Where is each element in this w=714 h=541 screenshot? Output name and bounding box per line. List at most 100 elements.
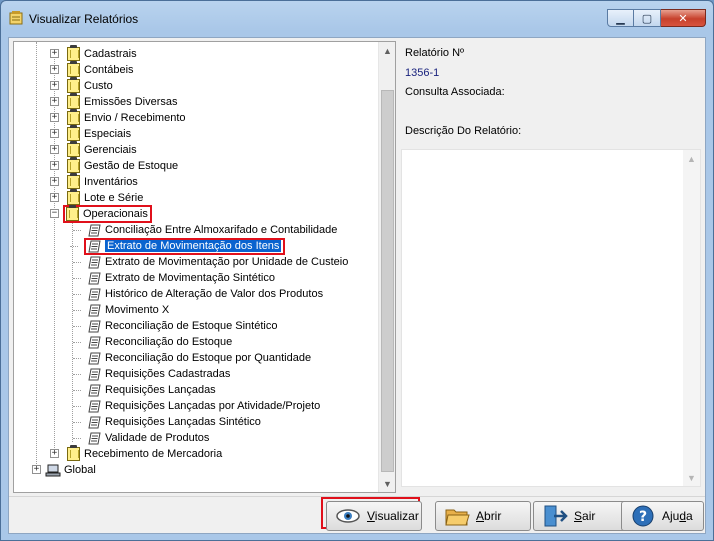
report-tree[interactable]: + Cadastrais + Contábeis + Custo + Emissões Div… bbox=[13, 41, 396, 493]
tree-report-row[interactable]: Extrato de Movimentação dos Itens bbox=[70, 237, 286, 255]
tree-report-row[interactable]: Requisições Cadastradas bbox=[73, 366, 230, 382]
tree-folder-row[interactable]: + Cadastrais bbox=[50, 45, 137, 62]
tree-folder-label[interactable]: Operacionais bbox=[83, 208, 148, 220]
tree-report-label[interactable]: Reconciliação de Estoque Sintético bbox=[105, 320, 277, 332]
tree-report-label[interactable]: Extrato de Movimentação Sintético bbox=[105, 272, 275, 284]
tree-report-row[interactable]: Requisições Lançadas por Atividade/Proje… bbox=[73, 398, 320, 414]
tree-report-row[interactable]: Requisições Lançadas bbox=[73, 382, 216, 398]
tree-folder-label[interactable]: Emissões Diversas bbox=[84, 96, 178, 108]
folder-icon bbox=[67, 173, 80, 189]
expand-icon[interactable]: + bbox=[50, 193, 59, 202]
expand-icon[interactable]: + bbox=[50, 65, 59, 74]
tree-folder-row[interactable]: + Contábeis bbox=[50, 61, 134, 78]
report-document-icon bbox=[87, 224, 102, 237]
tree-report-row[interactable]: Movimento X bbox=[73, 302, 169, 318]
expand-icon[interactable]: + bbox=[32, 465, 41, 474]
tree-report-label[interactable]: Conciliação Entre Almoxarifado e Contabi… bbox=[105, 224, 337, 236]
tree-report-row[interactable]: Reconciliação de Estoque Sintético bbox=[73, 318, 277, 334]
tree-guide-line bbox=[73, 326, 81, 327]
tree-report-label[interactable]: Validade de Produtos bbox=[105, 432, 209, 444]
maximize-icon: ▢ bbox=[641, 12, 653, 25]
tree-folder-row[interactable]: + Recebimento de Mercadoria bbox=[50, 445, 222, 462]
tree-report-label[interactable]: Requisições Lançadas Sintético bbox=[105, 416, 261, 428]
expand-icon[interactable]: + bbox=[50, 145, 59, 154]
tree-report-label[interactable]: Reconciliação do Estoque bbox=[105, 336, 232, 348]
tree-guide-line bbox=[73, 342, 81, 343]
expand-icon[interactable]: + bbox=[50, 49, 59, 58]
scroll-down-arrow-icon[interactable]: ▼ bbox=[379, 475, 396, 492]
tree-vertical-scrollbar[interactable]: ▲ ▼ bbox=[378, 42, 395, 492]
tree-guide-line bbox=[73, 294, 81, 295]
tree-report-row[interactable]: Reconciliação do Estoque por Quantidade bbox=[73, 350, 311, 366]
tree-folder-label[interactable]: Especiais bbox=[84, 128, 131, 140]
minimize-button[interactable]: ▁ bbox=[607, 9, 634, 27]
tree-folder-row[interactable]: − Operacionais bbox=[50, 205, 152, 223]
tree-folder-row[interactable]: + Inventários bbox=[50, 173, 138, 190]
expand-icon[interactable]: + bbox=[50, 97, 59, 106]
tree-report-label[interactable]: Requisições Lançadas por Atividade/Proje… bbox=[105, 400, 320, 412]
tree-root-label[interactable]: Global bbox=[64, 464, 96, 476]
exit-door-icon bbox=[544, 505, 568, 527]
tree-report-row[interactable]: Conciliação Entre Almoxarifado e Contabi… bbox=[73, 222, 337, 238]
report-document-icon bbox=[87, 272, 102, 285]
tree-report-label[interactable]: Requisições Cadastradas bbox=[105, 368, 230, 380]
tree-root-row[interactable]: + Global bbox=[32, 462, 96, 478]
tree-guide-line bbox=[73, 390, 81, 391]
sair-button[interactable]: Sair bbox=[533, 501, 629, 531]
visualizar-button[interactable]: Visualizar bbox=[326, 501, 422, 531]
description-scrollbar[interactable]: ▲ ▼ bbox=[683, 150, 700, 486]
tree-folder-label[interactable]: Envio / Recebimento bbox=[84, 112, 186, 124]
tree-folder-row[interactable]: + Gestão de Estoque bbox=[50, 157, 178, 174]
collapse-icon[interactable]: − bbox=[50, 209, 59, 218]
title-bar[interactable]: Visualizar Relatórios ▁ ▢ ✕ bbox=[1, 1, 713, 37]
report-document-icon bbox=[87, 400, 102, 413]
expand-icon[interactable]: + bbox=[50, 113, 59, 122]
tree-folder-label[interactable]: Gestão de Estoque bbox=[84, 160, 178, 172]
tree-report-row[interactable]: Extrato de Movimentação por Unidade de C… bbox=[73, 254, 348, 270]
expand-icon[interactable]: + bbox=[50, 129, 59, 138]
tree-report-label[interactable]: Reconciliação do Estoque por Quantidade bbox=[105, 352, 311, 364]
expand-icon[interactable]: + bbox=[50, 161, 59, 170]
tree-report-label-selected[interactable]: Extrato de Movimentação dos Itens bbox=[105, 240, 282, 252]
sair-label: Sair bbox=[574, 509, 596, 523]
computer-icon bbox=[45, 464, 61, 477]
tree-folder-row[interactable]: + Gerenciais bbox=[50, 141, 137, 158]
report-document-icon bbox=[87, 368, 102, 381]
tree-folder-label[interactable]: Inventários bbox=[84, 176, 138, 188]
tree-folder-label[interactable]: Contábeis bbox=[84, 64, 134, 76]
tree-report-label[interactable]: Extrato de Movimentação por Unidade de C… bbox=[105, 256, 348, 268]
tree-report-row[interactable]: Reconciliação do Estoque bbox=[73, 334, 232, 350]
scroll-up-arrow-icon[interactable]: ▲ bbox=[379, 42, 396, 59]
tree-folder-row[interactable]: + Lote e Série bbox=[50, 189, 143, 206]
close-button[interactable]: ✕ bbox=[661, 9, 706, 27]
description-textarea[interactable]: ▲ ▼ bbox=[401, 149, 701, 487]
tree-report-label[interactable]: Histórico de Alteração de Valor dos Prod… bbox=[105, 288, 323, 300]
maximize-button[interactable]: ▢ bbox=[634, 9, 661, 27]
tree-report-label[interactable]: Requisições Lançadas bbox=[105, 384, 216, 396]
tree-folder-label[interactable]: Custo bbox=[84, 80, 113, 92]
tree-folder-row[interactable]: + Custo bbox=[50, 77, 113, 94]
tree-folder-label[interactable]: Cadastrais bbox=[84, 48, 137, 60]
open-folder-icon bbox=[445, 509, 470, 526]
tree-report-row[interactable]: Validade de Produtos bbox=[73, 430, 209, 446]
tree-report-row[interactable]: Extrato de Movimentação Sintético bbox=[73, 270, 275, 286]
tree-report-row[interactable]: Requisições Lançadas Sintético bbox=[73, 414, 261, 430]
tree-folder-row[interactable]: + Envio / Recebimento bbox=[50, 109, 186, 126]
scroll-thumb[interactable] bbox=[381, 90, 394, 472]
tree-folder-label[interactable]: Recebimento de Mercadoria bbox=[84, 448, 222, 460]
ajuda-button[interactable]: ? Ajuda bbox=[621, 501, 704, 531]
abrir-button[interactable]: Abrir bbox=[435, 501, 531, 531]
tree-folder-row[interactable]: + Emissões Diversas bbox=[50, 93, 178, 110]
expand-icon[interactable]: + bbox=[50, 449, 59, 458]
tree-report-label[interactable]: Movimento X bbox=[105, 304, 169, 316]
tree-folder-label[interactable]: Gerenciais bbox=[84, 144, 137, 156]
expand-icon[interactable]: + bbox=[50, 81, 59, 90]
report-document-icon bbox=[87, 240, 102, 253]
tree-folder-label[interactable]: Lote e Série bbox=[84, 192, 143, 204]
tree-guide-line bbox=[70, 246, 78, 247]
scroll-down-arrow-icon[interactable]: ▼ bbox=[683, 469, 700, 486]
tree-folder-row[interactable]: + Especiais bbox=[50, 125, 131, 142]
expand-icon[interactable]: + bbox=[50, 177, 59, 186]
scroll-up-arrow-icon[interactable]: ▲ bbox=[683, 150, 700, 167]
tree-report-row[interactable]: Histórico de Alteração de Valor dos Prod… bbox=[73, 286, 323, 302]
